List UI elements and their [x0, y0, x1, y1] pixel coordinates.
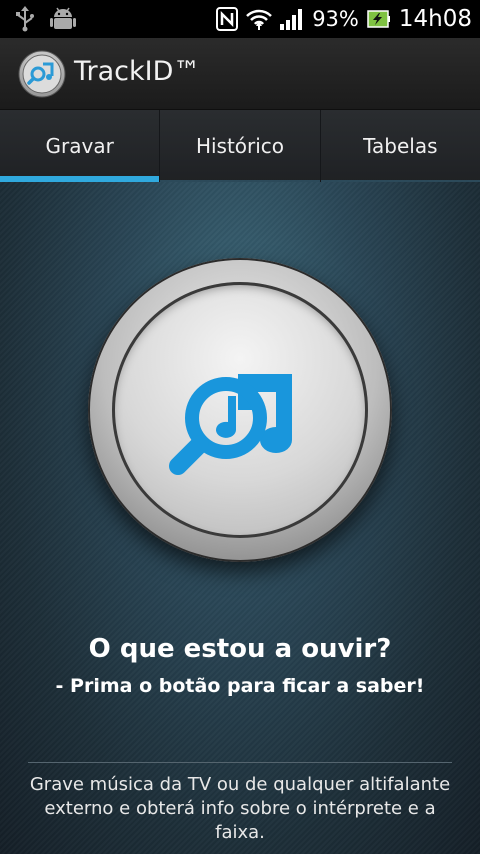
trackid-app-icon — [18, 50, 66, 98]
tab-tabelas[interactable]: Tabelas — [320, 110, 480, 182]
action-bar: TrackID™ — [0, 38, 480, 110]
tab-label: Gravar — [45, 134, 114, 158]
tab-historico[interactable]: Histórico — [160, 110, 321, 182]
signal-icon — [280, 9, 303, 30]
tab-bar: Gravar Histórico Tabelas — [0, 110, 480, 182]
usb-icon — [16, 6, 34, 32]
nfc-icon — [216, 7, 239, 31]
tab-gravar[interactable]: Gravar — [0, 110, 161, 182]
hint-text: Grave música da TV ou de qualquer altifa… — [20, 773, 460, 845]
wifi-icon — [246, 9, 273, 30]
record-button[interactable] — [88, 258, 392, 562]
hint-line: externo e obterá info sobre o intérprete… — [44, 798, 436, 843]
prompt-subtitle: - Prima o botão para ficar a saber! — [55, 675, 425, 697]
clock: 14h08 — [398, 6, 472, 32]
battery-percent: 93% — [312, 7, 359, 31]
tab-label: Tabelas — [363, 134, 438, 158]
record-panel: O que estou a ouvir? - Prima o botão par… — [0, 182, 480, 854]
battery-charging-icon — [367, 10, 390, 28]
status-bar: 93% 14h08 — [0, 0, 480, 38]
record-button-face — [112, 282, 368, 538]
trackid-search-music-icon — [169, 374, 292, 475]
divider — [28, 762, 452, 763]
app-title: TrackID™ — [74, 56, 201, 87]
hint-line: Grave música da TV ou de qualquer altifa… — [29, 774, 451, 795]
tab-label: Histórico — [195, 134, 285, 158]
android-debug-icon — [50, 7, 76, 29]
prompt-title: O que estou a ouvir? — [88, 634, 392, 664]
